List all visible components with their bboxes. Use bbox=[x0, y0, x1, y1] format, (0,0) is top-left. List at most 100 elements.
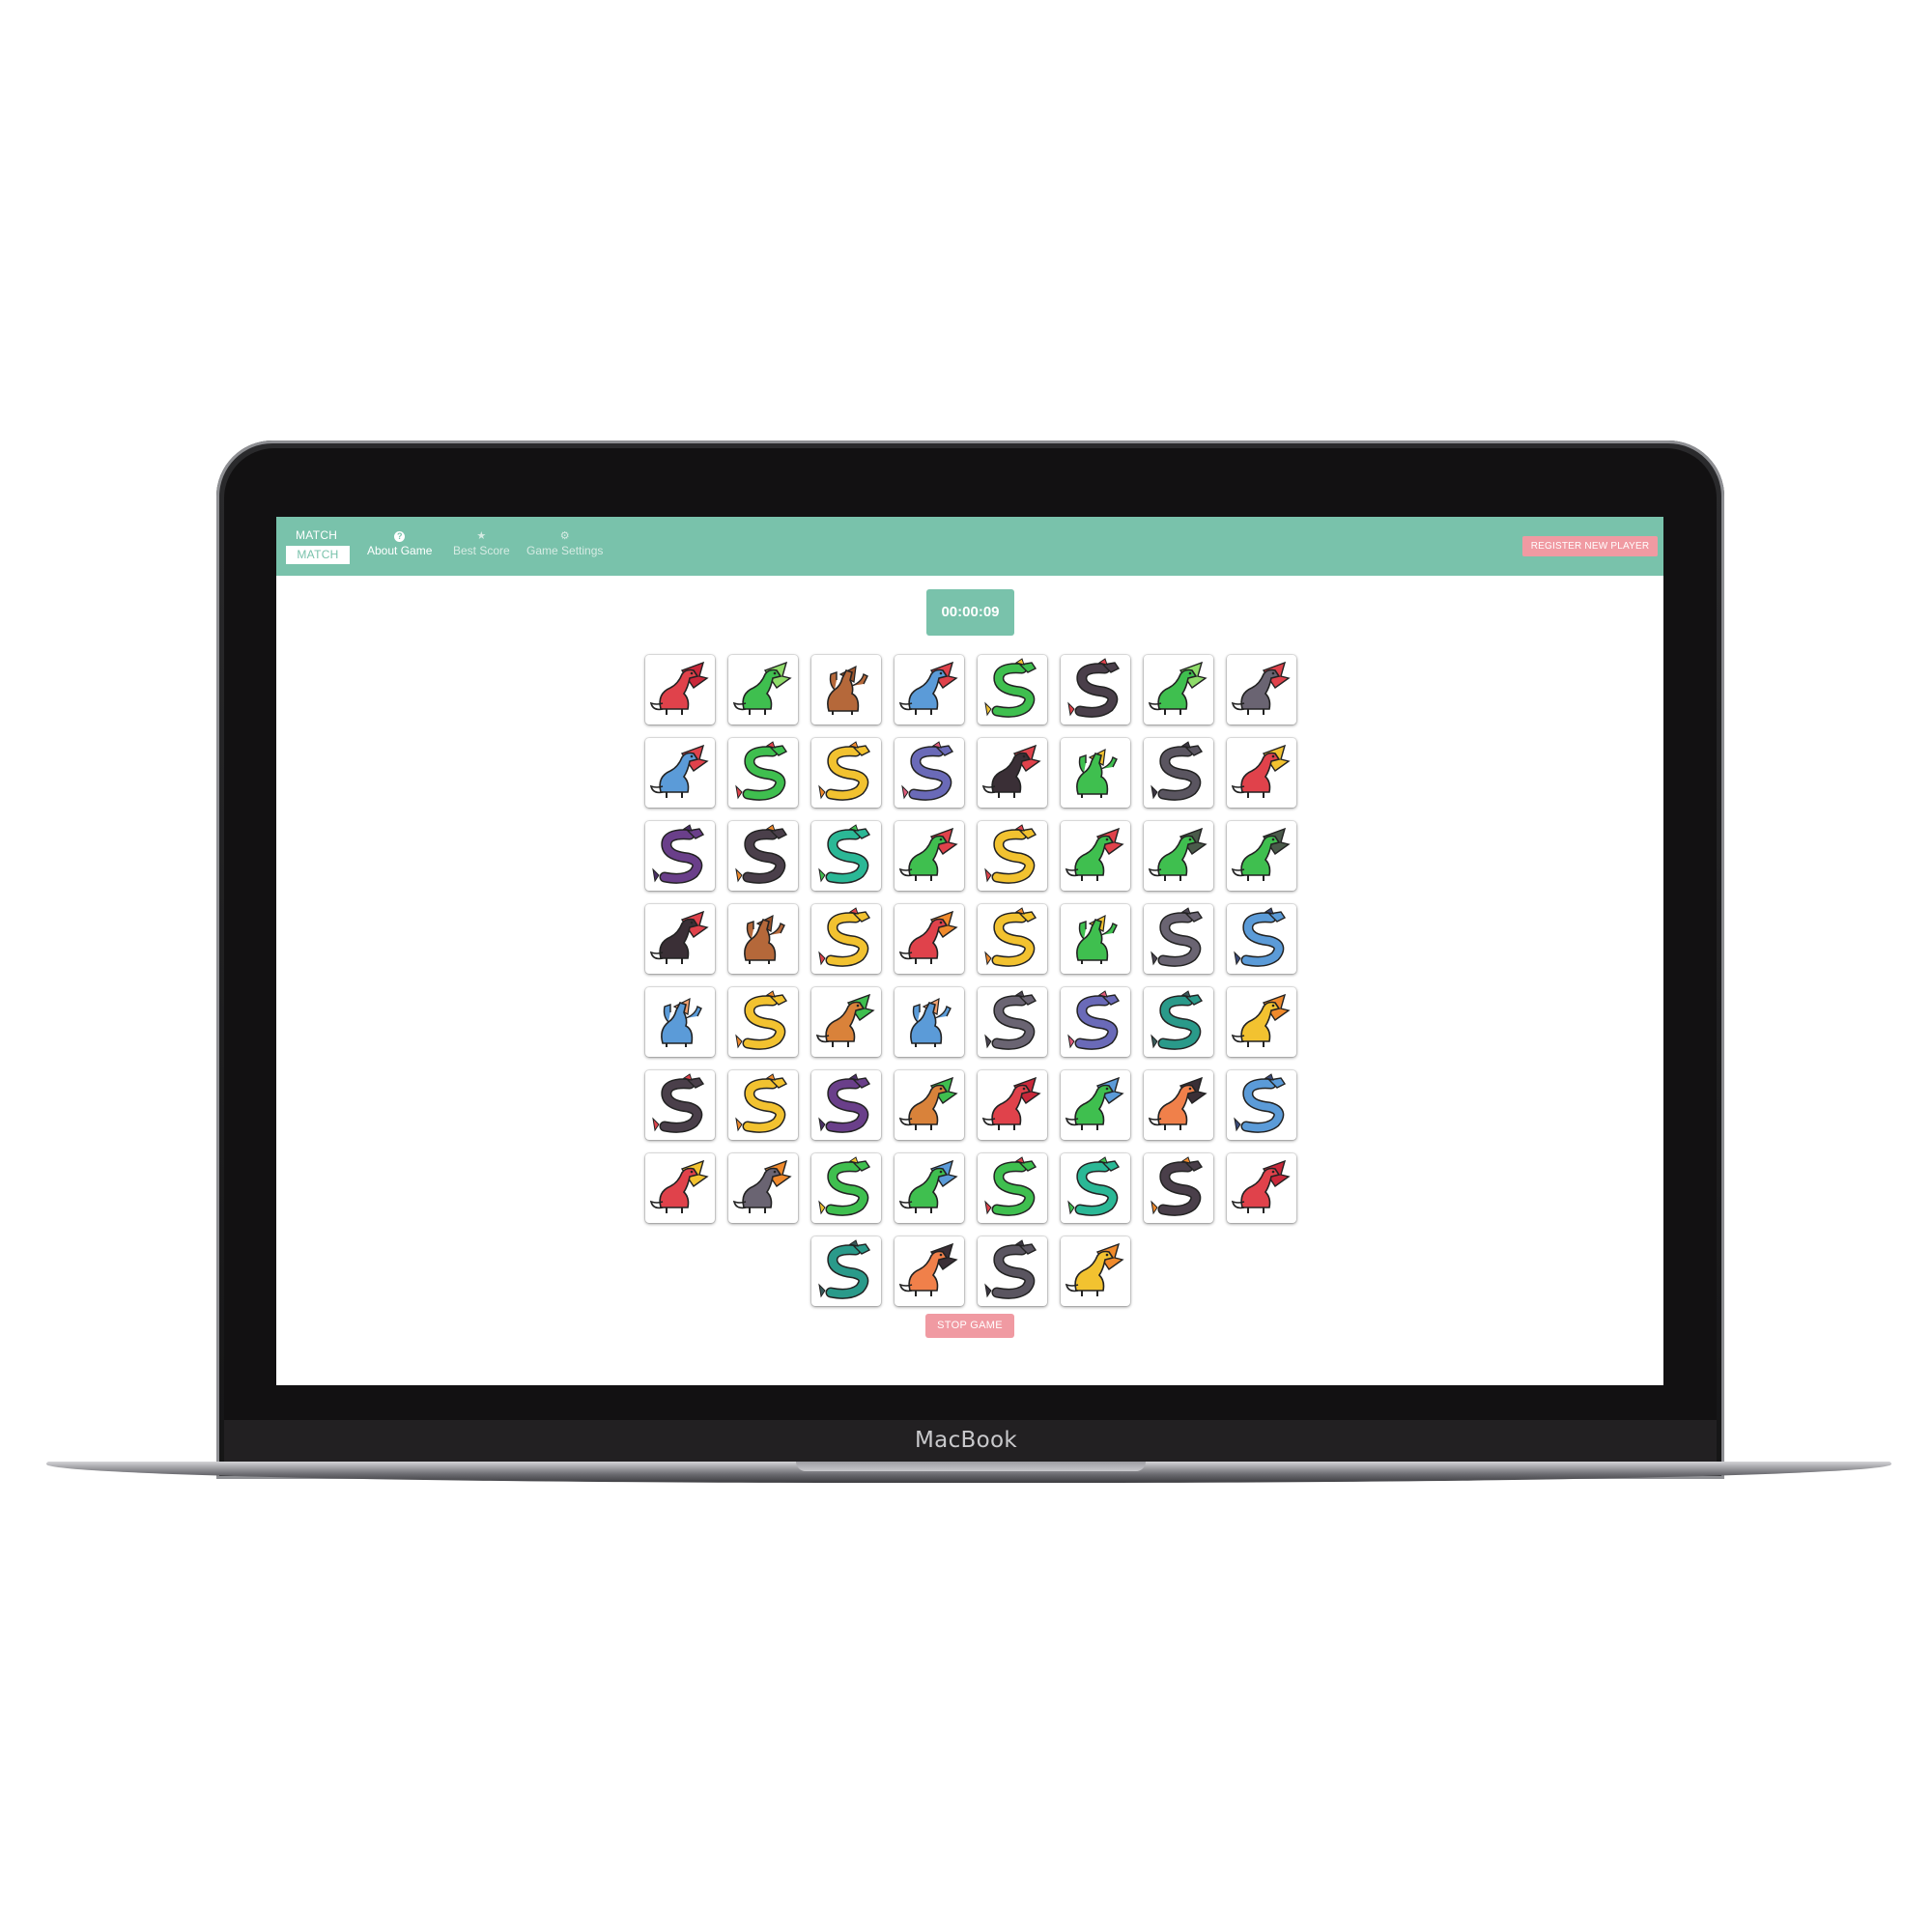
memory-card[interactable] bbox=[1227, 655, 1296, 724]
memory-card[interactable] bbox=[1061, 987, 1130, 1057]
memory-card[interactable] bbox=[895, 738, 964, 808]
dragon-icon bbox=[649, 661, 709, 715]
stop-game-button[interactable]: STOP GAME bbox=[925, 1314, 1014, 1338]
memory-card[interactable] bbox=[645, 987, 715, 1057]
memory-card[interactable] bbox=[1061, 738, 1130, 808]
dragon-icon bbox=[984, 658, 1037, 718]
memory-card[interactable] bbox=[895, 1153, 964, 1223]
memory-card[interactable] bbox=[645, 738, 715, 808]
game-timer: 00:00:09 bbox=[926, 589, 1014, 636]
dragon-icon bbox=[898, 1076, 958, 1130]
app-screen: MATCH MATCH ? About Game ★ Best Score ⚙ … bbox=[276, 517, 1663, 1385]
dragon-icon bbox=[981, 1076, 1041, 1130]
nav-about-game[interactable]: ? About Game bbox=[367, 528, 432, 557]
memory-card[interactable] bbox=[811, 821, 881, 891]
device-brand-label: MacBook bbox=[915, 1428, 1017, 1453]
dragon-icon bbox=[649, 744, 709, 798]
memory-card[interactable] bbox=[978, 904, 1047, 974]
memory-card[interactable] bbox=[895, 987, 964, 1057]
memory-card[interactable] bbox=[645, 1070, 715, 1140]
dragon-icon bbox=[1067, 1156, 1121, 1216]
dragon-icon bbox=[981, 744, 1041, 798]
memory-card[interactable] bbox=[1144, 1070, 1213, 1140]
dragon-icon bbox=[818, 907, 871, 967]
memory-card[interactable] bbox=[811, 1153, 881, 1223]
memory-card[interactable] bbox=[1144, 821, 1213, 891]
memory-card[interactable] bbox=[811, 738, 881, 808]
dragon-icon bbox=[732, 1159, 792, 1213]
dragon-icon bbox=[732, 661, 792, 715]
memory-card[interactable] bbox=[1227, 904, 1296, 974]
dragon-icon bbox=[652, 1073, 705, 1133]
nav-best-score[interactable]: ★ Best Score bbox=[453, 528, 510, 557]
dragon-icon bbox=[1231, 993, 1291, 1047]
dragon-icon bbox=[898, 910, 958, 964]
memory-card[interactable] bbox=[811, 1236, 881, 1306]
memory-card[interactable] bbox=[1144, 987, 1213, 1057]
memory-card[interactable] bbox=[728, 1070, 798, 1140]
memory-card[interactable] bbox=[1061, 1070, 1130, 1140]
memory-card[interactable] bbox=[978, 987, 1047, 1057]
memory-card[interactable] bbox=[1144, 738, 1213, 808]
dragon-icon bbox=[827, 665, 868, 715]
memory-card[interactable] bbox=[1227, 1153, 1296, 1223]
memory-card[interactable] bbox=[645, 904, 715, 974]
memory-card[interactable] bbox=[978, 1070, 1047, 1140]
memory-card[interactable] bbox=[895, 655, 964, 724]
dragon-icon bbox=[898, 1159, 958, 1213]
memory-card[interactable] bbox=[1227, 738, 1296, 808]
dragon-icon bbox=[898, 1242, 958, 1296]
dragon-icon bbox=[1148, 1076, 1208, 1130]
dragon-icon bbox=[744, 914, 785, 964]
memory-card[interactable] bbox=[1227, 987, 1296, 1057]
memory-card[interactable] bbox=[978, 655, 1047, 724]
memory-card[interactable] bbox=[728, 1153, 798, 1223]
nav-about-game-label: About Game bbox=[367, 544, 433, 557]
memory-card[interactable] bbox=[1227, 1070, 1296, 1140]
memory-card[interactable] bbox=[645, 655, 715, 724]
memory-card[interactable] bbox=[811, 987, 881, 1057]
memory-card[interactable] bbox=[728, 738, 798, 808]
memory-card[interactable] bbox=[1061, 821, 1130, 891]
memory-card[interactable] bbox=[1061, 1236, 1130, 1306]
memory-card[interactable] bbox=[978, 821, 1047, 891]
memory-card[interactable] bbox=[645, 1153, 715, 1223]
navbar: MATCH MATCH ? About Game ★ Best Score ⚙ … bbox=[276, 517, 1663, 576]
memory-card[interactable] bbox=[1227, 821, 1296, 891]
memory-card[interactable] bbox=[728, 655, 798, 724]
memory-card[interactable] bbox=[978, 738, 1047, 808]
memory-card[interactable] bbox=[811, 904, 881, 974]
memory-card[interactable] bbox=[811, 655, 881, 724]
dragon-icon bbox=[818, 1073, 871, 1133]
dragon-icon bbox=[984, 1156, 1037, 1216]
dragon-icon bbox=[1231, 661, 1291, 715]
memory-card[interactable] bbox=[1061, 1153, 1130, 1223]
memory-card[interactable] bbox=[728, 987, 798, 1057]
memory-card[interactable] bbox=[645, 821, 715, 891]
memory-card[interactable] bbox=[895, 904, 964, 974]
dragon-icon bbox=[818, 1239, 871, 1299]
memory-card[interactable] bbox=[978, 1153, 1047, 1223]
memory-card[interactable] bbox=[895, 1236, 964, 1306]
memory-card[interactable] bbox=[895, 1070, 964, 1140]
logo-button[interactable]: MATCH bbox=[286, 546, 350, 564]
memory-card[interactable] bbox=[895, 821, 964, 891]
register-new-player-button[interactable]: REGISTER NEW PLAYER bbox=[1522, 536, 1658, 556]
memory-card[interactable] bbox=[1061, 904, 1130, 974]
memory-card[interactable] bbox=[1061, 655, 1130, 724]
memory-card[interactable] bbox=[978, 1236, 1047, 1306]
memory-card[interactable] bbox=[1144, 904, 1213, 974]
memory-card[interactable] bbox=[728, 904, 798, 974]
dragon-icon bbox=[1151, 1156, 1204, 1216]
dragon-icon bbox=[1231, 827, 1291, 881]
memory-card[interactable] bbox=[1144, 1153, 1213, 1223]
memory-card[interactable] bbox=[728, 821, 798, 891]
dragon-icon bbox=[1065, 827, 1124, 881]
nav-best-score-label: Best Score bbox=[453, 544, 510, 557]
memory-card[interactable] bbox=[1144, 655, 1213, 724]
memory-card[interactable] bbox=[811, 1070, 881, 1140]
gear-icon: ⚙ bbox=[559, 530, 570, 542]
dragon-icon bbox=[649, 910, 709, 964]
dragon-icon bbox=[910, 997, 952, 1047]
nav-game-settings[interactable]: ⚙ Game Settings bbox=[526, 528, 603, 557]
